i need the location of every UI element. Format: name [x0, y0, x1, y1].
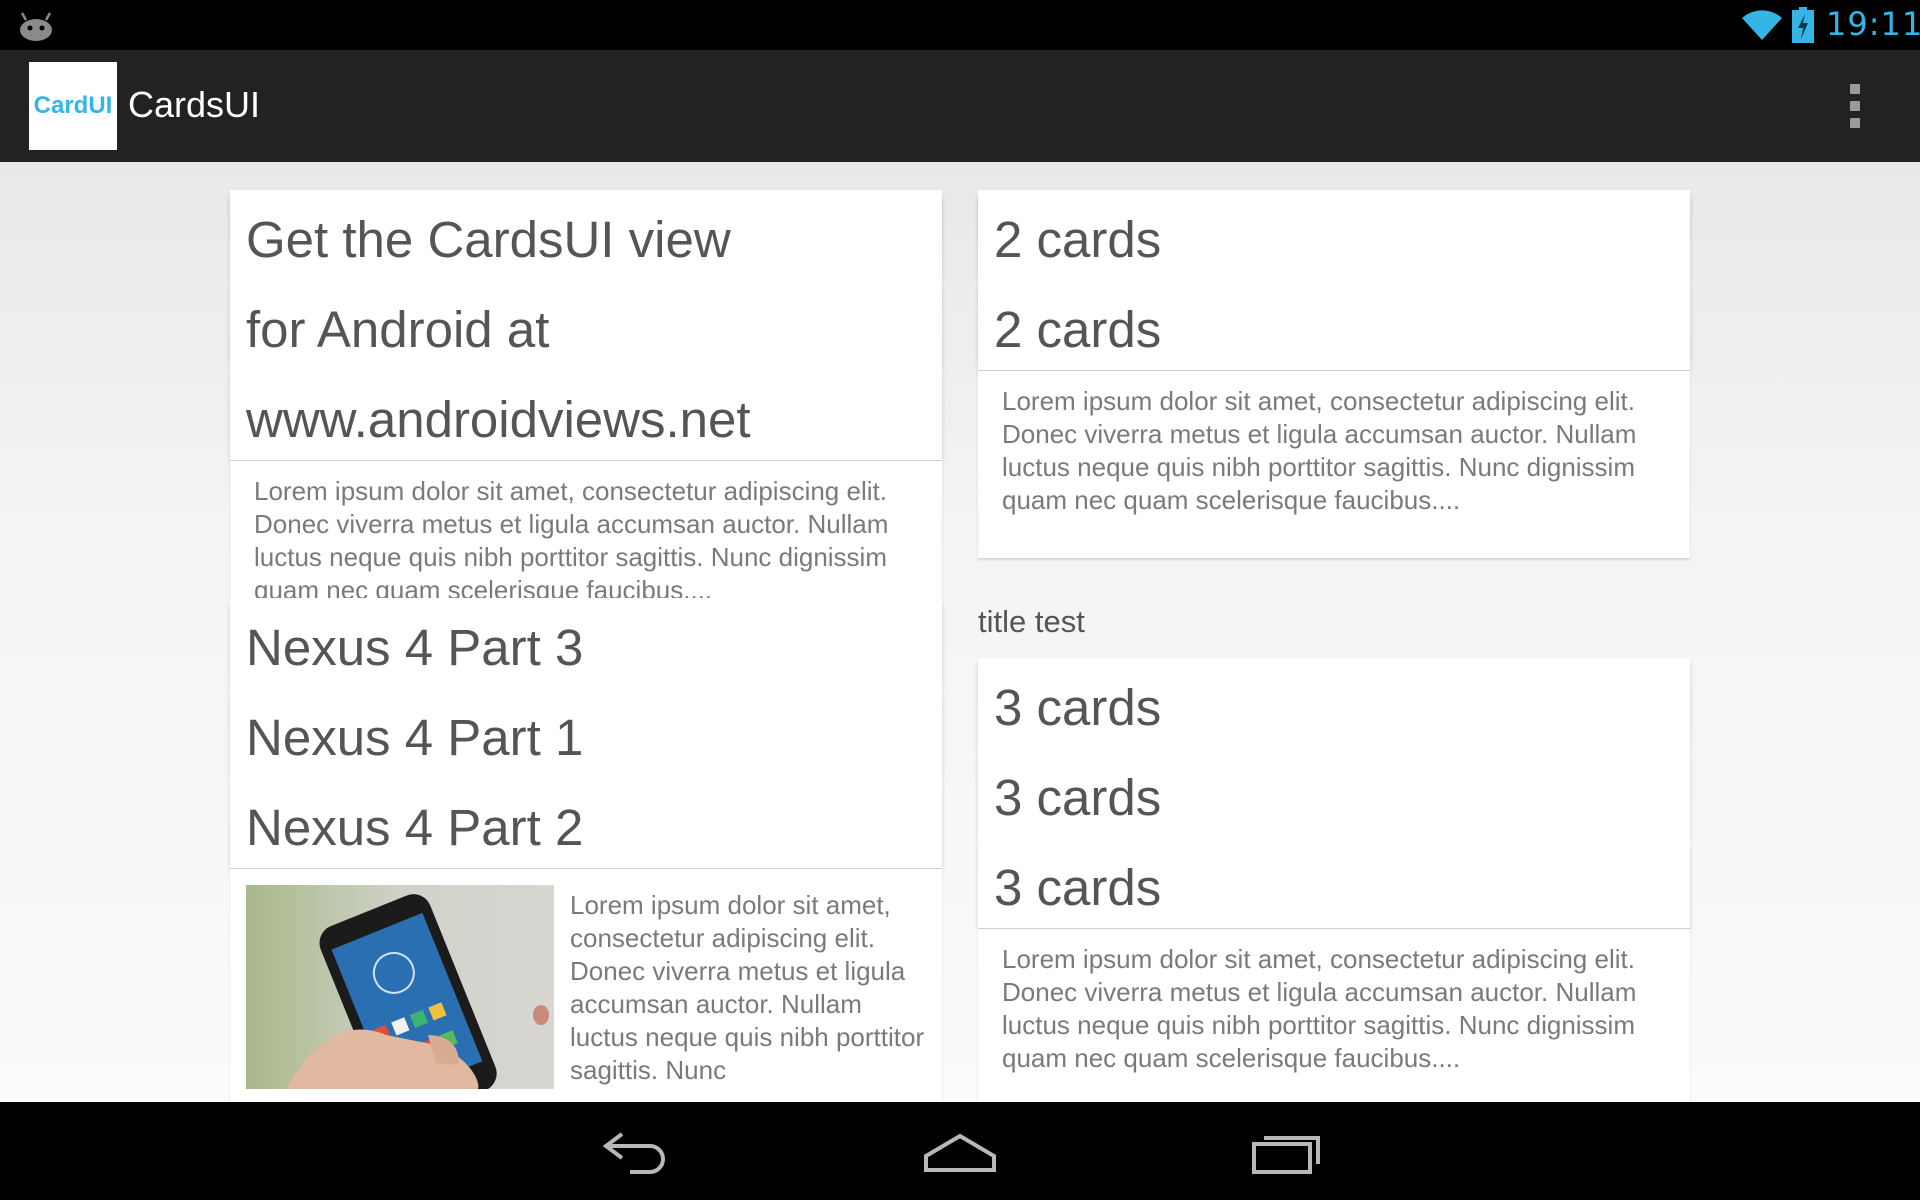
card-header[interactable]: Nexus 4 Part 3	[230, 598, 942, 688]
card-title: Nexus 4 Part 2	[246, 799, 584, 856]
cards-list[interactable]: Get the CardsUI view for Android at www.…	[0, 162, 1920, 1102]
card-title: 2 cards	[994, 211, 1162, 268]
card-description: Lorem ipsum dolor sit amet, consectetur …	[1002, 944, 1637, 1073]
card-title: Nexus 4 Part 3	[246, 619, 584, 676]
card[interactable]: Lorem ipsum dolor sit amet, consectetur …	[230, 460, 942, 598]
card-title: Nexus 4 Part 1	[246, 709, 584, 766]
card-header[interactable]: 3 cards	[978, 658, 1690, 748]
status-clock: 19:11	[1826, 5, 1920, 43]
android-icon	[20, 12, 52, 41]
card-stack[interactable]: Get the CardsUI view for Android at www.…	[230, 190, 942, 598]
card-title: www.androidviews.net	[246, 391, 751, 448]
nexus-phone-image	[246, 885, 554, 1089]
card-header[interactable]: 3 cards	[978, 748, 1690, 838]
card-header[interactable]: Nexus 4 Part 2	[230, 778, 942, 868]
app-title: CardsUI	[128, 84, 261, 125]
card-header[interactable]: 2 cards	[978, 190, 1690, 280]
card-title: 2 cards	[994, 301, 1162, 358]
right-column: 2 cards 2 cards Lorem ipsum dolor sit am…	[978, 190, 1690, 1102]
card-header[interactable]: Nexus 4 Part 1	[230, 688, 942, 778]
recent-apps-icon[interactable]	[1250, 1126, 1322, 1176]
card-title: 3 cards	[994, 769, 1162, 826]
section-title: title test	[978, 604, 1085, 639]
app-logo-text: CardUI	[33, 92, 113, 119]
card-header[interactable]: 3 cards	[978, 838, 1690, 928]
card-stack[interactable]: Nexus 4 Part 3 Nexus 4 Part 1 Nexus 4 Pa…	[230, 598, 942, 1102]
card-stack[interactable]: 3 cards 3 cards 3 cards Lorem ipsum dolo…	[978, 658, 1690, 1102]
card-title: 3 cards	[994, 859, 1162, 916]
overflow-menu-icon[interactable]	[1840, 70, 1870, 142]
card-title: for Android at	[246, 301, 550, 358]
card-description: Lorem ipsum dolor sit amet, consectetur …	[1002, 386, 1637, 515]
card-header[interactable]: 2 cards	[978, 280, 1690, 370]
card-title: Get the CardsUI view	[246, 211, 731, 268]
card-title: 3 cards	[994, 679, 1162, 736]
card[interactable]: Lorem ipsum dolor sit amet, consectetur …	[978, 370, 1690, 558]
navigation-bar	[0, 1102, 1920, 1200]
card-header[interactable]: Get the CardsUI view	[230, 190, 942, 280]
card-description: Lorem ipsum dolor sit amet, consectetur …	[254, 476, 889, 598]
card[interactable]: Lorem ipsum dolor sit amet, consectetur …	[978, 928, 1690, 1102]
battery-icon	[1792, 7, 1814, 43]
action-bar: CardUI CardsUI	[0, 50, 1920, 163]
status-bar: 19:11	[0, 0, 1920, 50]
left-column: Get the CardsUI view for Android at www.…	[230, 190, 942, 1102]
card-header[interactable]: www.androidviews.net	[230, 370, 942, 460]
card-header[interactable]: for Android at	[230, 280, 942, 370]
card-description: Lorem ipsum dolor sit amet, consectetur …	[570, 890, 925, 1085]
card-stack[interactable]: 2 cards 2 cards Lorem ipsum dolor sit am…	[978, 190, 1690, 558]
wifi-icon	[1742, 10, 1782, 40]
back-icon[interactable]	[600, 1126, 672, 1176]
image-card[interactable]: Lorem ipsum dolor sit amet, consectetur …	[230, 868, 942, 1102]
home-icon[interactable]	[922, 1126, 998, 1176]
app-logo[interactable]: CardUI	[29, 62, 117, 150]
